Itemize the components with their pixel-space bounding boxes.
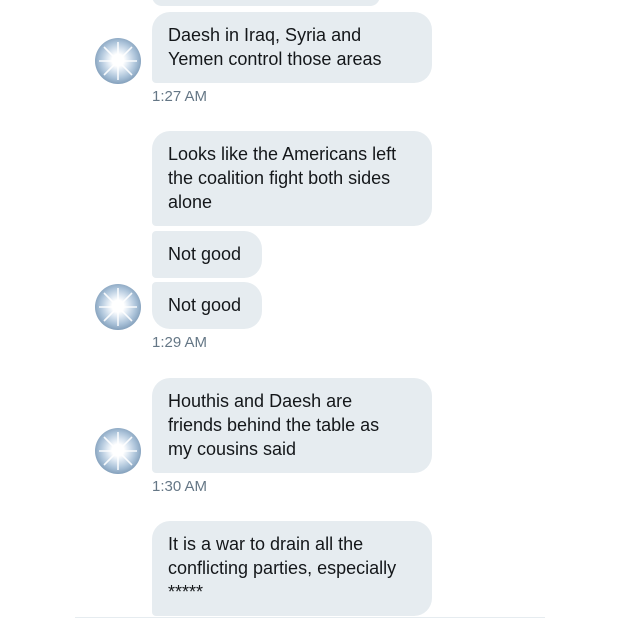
sun-flare-icon	[99, 432, 137, 470]
message-text: Daesh in Iraq, Syria and Yemen control t…	[168, 25, 382, 69]
message-bubble[interactable]: Not good	[152, 231, 262, 278]
message-text: Looks like the Americans left the coalit…	[168, 144, 397, 212]
message-bubble-partial[interactable]	[152, 0, 380, 6]
message-bubble[interactable]: Houthis and Daesh are friends behind the…	[152, 378, 432, 473]
message-text: Houthis and Daesh are friends behind the…	[168, 391, 380, 459]
conversation-thread[interactable]: Daesh in Iraq, Syria and Yemen control t…	[0, 0, 620, 620]
message-timestamp: 1:27 AM	[152, 88, 208, 105]
sender-avatar[interactable]	[95, 428, 141, 474]
message-text: Not good	[168, 244, 242, 264]
composer-divider	[75, 617, 545, 618]
message-bubble[interactable]: It is a war to drain all the conflicting…	[152, 521, 432, 616]
message-text: It is a war to drain all the conflicting…	[168, 534, 397, 602]
sender-avatar[interactable]	[95, 284, 141, 330]
message-bubble[interactable]: Daesh in Iraq, Syria and Yemen control t…	[152, 12, 432, 83]
message-text: Not good	[168, 295, 242, 315]
message-bubble[interactable]: Not good	[152, 282, 262, 329]
sender-avatar[interactable]	[95, 38, 141, 84]
message-bubble[interactable]: Looks like the Americans left the coalit…	[152, 131, 432, 226]
sun-flare-icon	[99, 42, 137, 80]
message-timestamp: 1:29 AM	[152, 334, 208, 351]
message-timestamp: 1:30 AM	[152, 478, 208, 495]
sun-flare-icon	[99, 288, 137, 326]
